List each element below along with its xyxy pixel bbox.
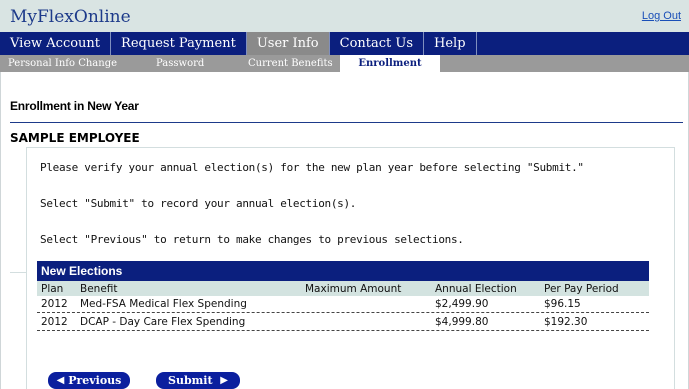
instruction-previous: Select "Previous" to return to make chan… bbox=[40, 233, 464, 246]
nav-user-info[interactable]: User Info bbox=[246, 32, 330, 55]
column-header-annual-election: Annual Election bbox=[435, 283, 517, 295]
employee-name: SAMPLE EMPLOYEE bbox=[10, 131, 140, 145]
logout-link[interactable]: Log Out bbox=[642, 10, 681, 22]
instruction-verify: Please verify your annual election(s) fo… bbox=[40, 161, 584, 174]
elections-title: New Elections bbox=[41, 264, 123, 278]
row-1-per-pay-period: $96.15 bbox=[544, 298, 581, 310]
nav-contact-us[interactable]: Contact Us bbox=[330, 32, 425, 55]
column-header-plan: Plan bbox=[41, 283, 64, 295]
column-header-benefit: Benefit bbox=[80, 283, 118, 295]
previous-button[interactable]: ◀ Previous bbox=[48, 372, 130, 389]
brand-logo: MyFlexOnline bbox=[10, 7, 131, 27]
row-1-plan: 2012 bbox=[41, 298, 68, 310]
submit-button-label: Submit bbox=[168, 374, 213, 387]
page-title: Enrollment in New Year bbox=[10, 99, 139, 113]
nav-view-account[interactable]: View Account bbox=[0, 32, 112, 55]
subnav-current-benefits[interactable]: Current Benefits bbox=[248, 55, 333, 72]
column-header-per-pay-period: Per Pay Period bbox=[544, 283, 619, 295]
row-1-annual-election: $2,499.90 bbox=[435, 298, 489, 310]
triangle-left-icon: ◀ bbox=[56, 375, 65, 386]
row-1-benefit: Med-FSA Medical Flex Spending bbox=[80, 298, 247, 310]
column-header-maximum-amount: Maximum Amount bbox=[305, 283, 402, 295]
row-2-annual-election: $4,999.80 bbox=[435, 316, 489, 328]
header-bar: MyFlexOnline Log Out bbox=[0, 0, 689, 32]
subnav-personal-info-change[interactable]: Personal Info Change bbox=[8, 55, 117, 72]
row-1-divider bbox=[37, 312, 649, 313]
panel-divider bbox=[10, 272, 26, 273]
subnav-password[interactable]: Password bbox=[156, 55, 204, 72]
row-2-plan: 2012 bbox=[41, 316, 68, 328]
subnav-enrollment[interactable]: Enrollment bbox=[340, 55, 440, 72]
instruction-submit: Select "Submit" to record your annual el… bbox=[40, 197, 357, 210]
previous-button-label: Previous bbox=[68, 374, 122, 387]
row-2-benefit: DCAP - Day Care Flex Spending bbox=[80, 316, 246, 328]
elections-header bbox=[37, 261, 649, 281]
main-nav: View Account Request Payment User Info C… bbox=[0, 32, 689, 55]
title-divider bbox=[10, 122, 683, 123]
triangle-right-icon: ▶ bbox=[220, 375, 228, 386]
row-2-divider bbox=[37, 330, 649, 331]
row-2-per-pay-period: $192.30 bbox=[544, 316, 588, 328]
nav-help[interactable]: Help bbox=[424, 32, 477, 55]
nav-request-payment[interactable]: Request Payment bbox=[111, 32, 247, 55]
submit-button[interactable]: Submit ▶ bbox=[156, 372, 240, 389]
